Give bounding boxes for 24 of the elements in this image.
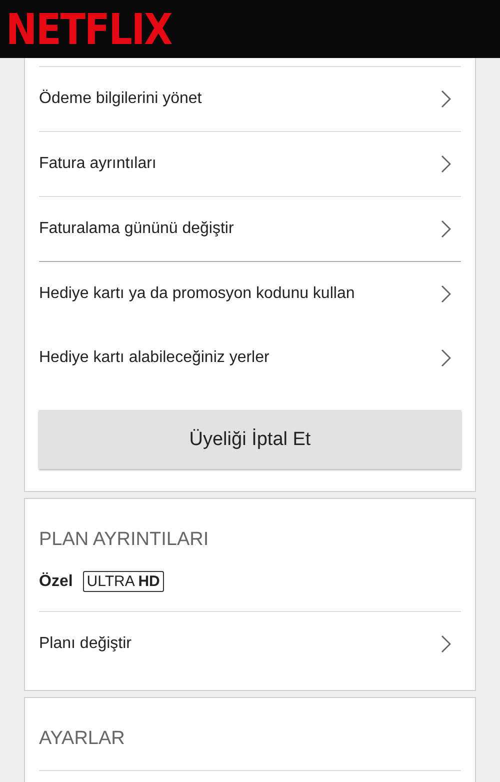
menu-item-label: Ödeme bilgilerini yönet [39,90,202,108]
menu-item[interactable]: Ödeme bilgilerini yönet [39,67,461,131]
plan-name: Özel [39,572,73,590]
menu-item[interactable]: Fatura ayrıntıları [39,132,461,196]
chevron-right-icon [441,90,451,108]
menu-item[interactable]: Hediye kartı alabileceğiniz yerler [39,326,461,390]
menu-item[interactable]: Hediye kartı ya da promosyon kodunu kullan [39,262,461,326]
logo[interactable]: NETFLIX [6,4,172,54]
section-heading: AYARLAR [39,727,126,751]
menu-item-label: Faturalama gününü değiştir [39,220,234,238]
cancel-membership-button[interactable]: Üyeliği İptal Et [39,410,461,469]
menu-item[interactable]: Faturalama gününü değiştir [39,197,461,261]
menu-item[interactable]: Planı değiştir [39,612,461,676]
chevron-right-icon [441,285,451,303]
chevron-right-icon [441,349,451,367]
chevron-right-icon [441,635,451,653]
menu-item-label: Planı değiştir [39,635,132,653]
menu-item-label: Hediye kartı ya da promosyon kodunu kullan [39,285,355,303]
section-heading: PLAN AYRINTILARI [39,528,210,552]
quality-badge: ULTRA HD [82,571,164,592]
menu-item-label: Hediye kartı alabileceğiniz yerler [39,349,270,367]
chevron-right-icon [441,155,451,173]
chevron-right-icon [441,220,451,238]
menu-item-label: Fatura ayrıntıları [39,155,156,173]
